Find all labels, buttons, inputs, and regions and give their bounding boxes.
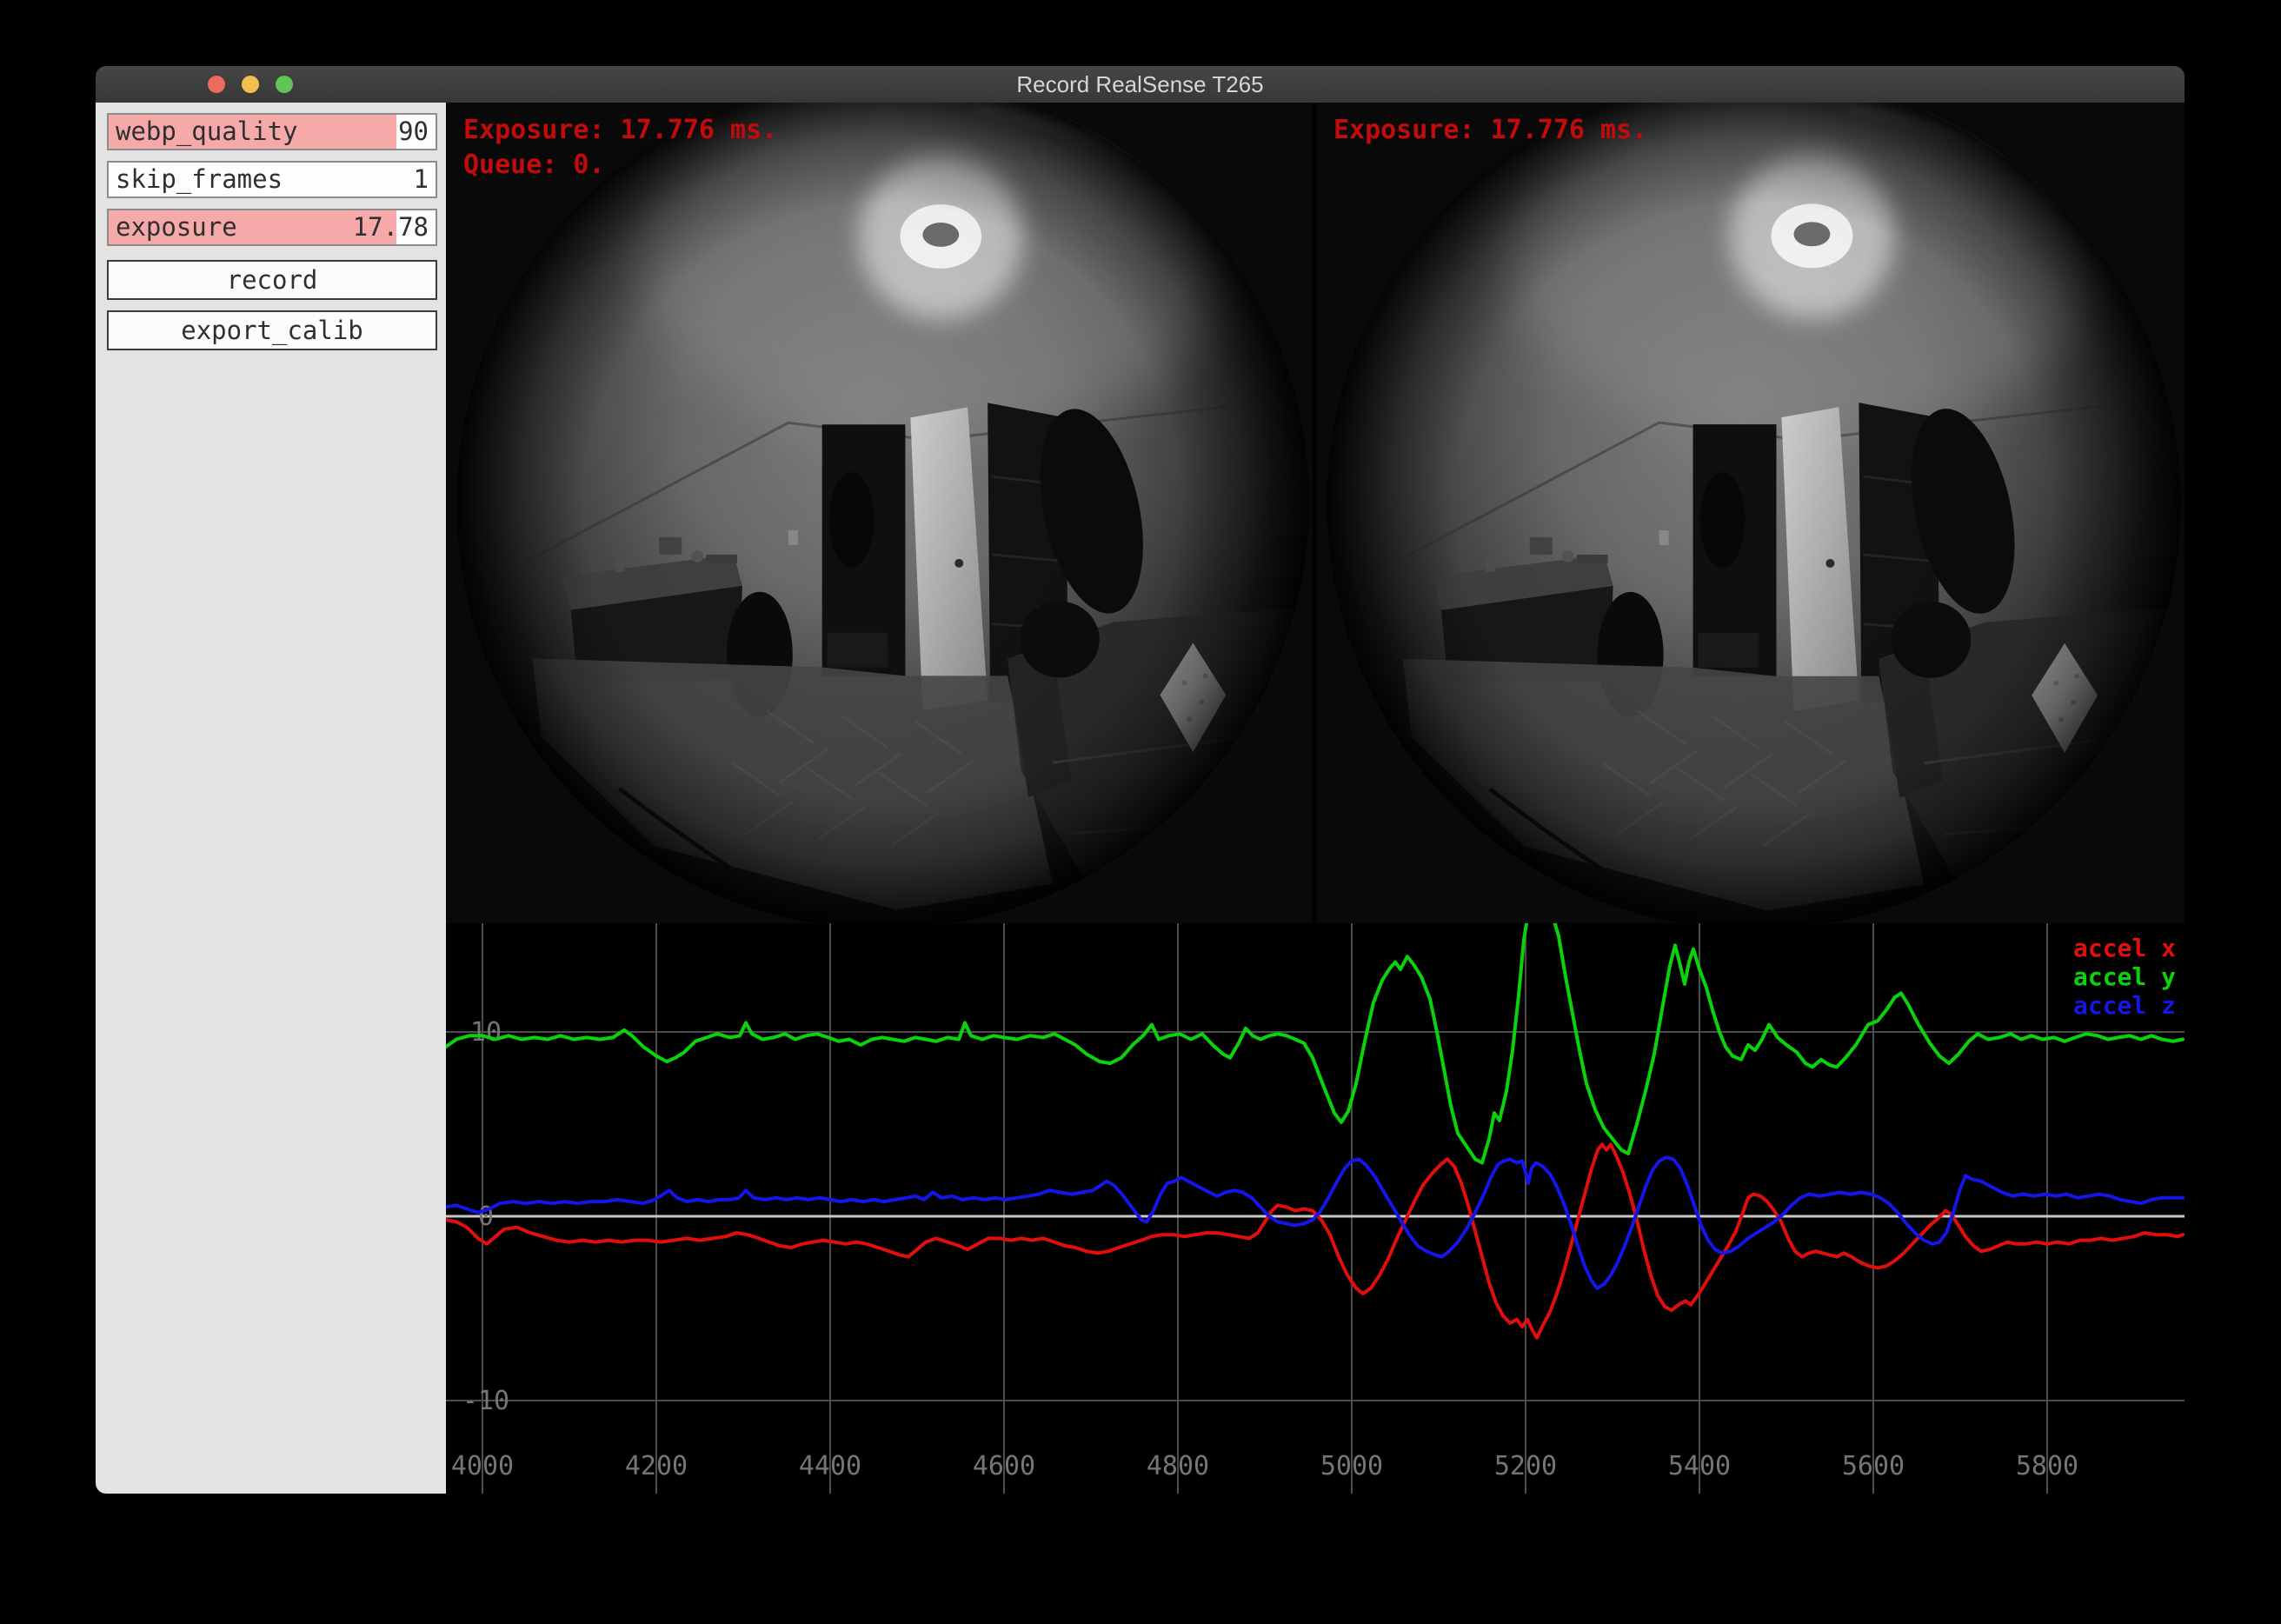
x-tick-label: 4000 <box>451 1451 514 1481</box>
exposure-slider[interactable]: exposure 17.78 <box>107 209 437 246</box>
window-title: Record RealSense T265 <box>96 66 2185 103</box>
fisheye-image-right <box>1316 103 2185 923</box>
webp-quality-slider[interactable]: webp_quality 90 <box>107 113 437 150</box>
export-calib-button[interactable]: export_calib <box>107 310 437 350</box>
x-tick-label: 4600 <box>973 1451 1035 1481</box>
x-tick-label: 5400 <box>1668 1451 1731 1481</box>
desktop: Record RealSense T265 webp_quality 90 sk… <box>0 0 2281 1624</box>
legend-entry: accel z <box>2073 991 2176 1020</box>
camera-left-overlay: Exposure: 17.776 ms. Queue: 0. <box>463 113 777 183</box>
skip-frames-field[interactable]: skip_frames 1 <box>107 161 437 198</box>
webp-quality-value: 90 <box>398 115 429 149</box>
app-window: Record RealSense T265 webp_quality 90 sk… <box>96 66 2185 1494</box>
title-bar[interactable]: Record RealSense T265 <box>96 66 2185 103</box>
legend-entry: accel y <box>2073 962 2176 991</box>
accel-chart: 100-104000420044004600480050005200540056… <box>446 923 2185 1494</box>
record-button[interactable]: record <box>107 260 437 300</box>
fisheye-image-left <box>446 103 1313 923</box>
camera-right-overlay: Exposure: 17.776 ms. <box>1333 113 1647 148</box>
y-tick-label: 10 <box>470 1017 502 1048</box>
skip-frames-value: 1 <box>414 163 429 196</box>
webp-quality-label: webp_quality <box>116 115 298 149</box>
queue-text-left: Queue: 0. <box>463 150 605 180</box>
legend-entry: accel x <box>2073 934 2176 962</box>
series-accel-y <box>446 923 2183 1163</box>
x-tick-label: 4800 <box>1147 1451 1209 1481</box>
x-tick-label: 5800 <box>2016 1451 2078 1481</box>
series-accel-z <box>446 1157 2183 1288</box>
exposure-text-left: Exposure: 17.776 ms. <box>463 115 777 145</box>
camera-view-left: Exposure: 17.776 ms. Queue: 0. <box>446 103 1313 923</box>
skip-frames-label: skip_frames <box>116 163 283 196</box>
exposure-value: 17.78 <box>353 210 429 244</box>
exposure-text-right: Exposure: 17.776 ms. <box>1333 115 1647 145</box>
x-tick-label: 4400 <box>799 1451 861 1481</box>
x-tick-label: 5600 <box>1842 1451 1905 1481</box>
exposure-label: exposure <box>116 210 237 244</box>
sidebar: webp_quality 90 skip_frames 1 exposure 1… <box>96 103 446 1494</box>
camera-view-right: Exposure: 17.776 ms. <box>1316 103 2185 923</box>
x-tick-label: 5200 <box>1494 1451 1557 1481</box>
y-tick-label: -10 <box>462 1386 509 1416</box>
x-tick-label: 4200 <box>625 1451 688 1481</box>
x-tick-label: 5000 <box>1320 1451 1383 1481</box>
chart-legend: accel xaccel yaccel z <box>2073 934 2176 1020</box>
